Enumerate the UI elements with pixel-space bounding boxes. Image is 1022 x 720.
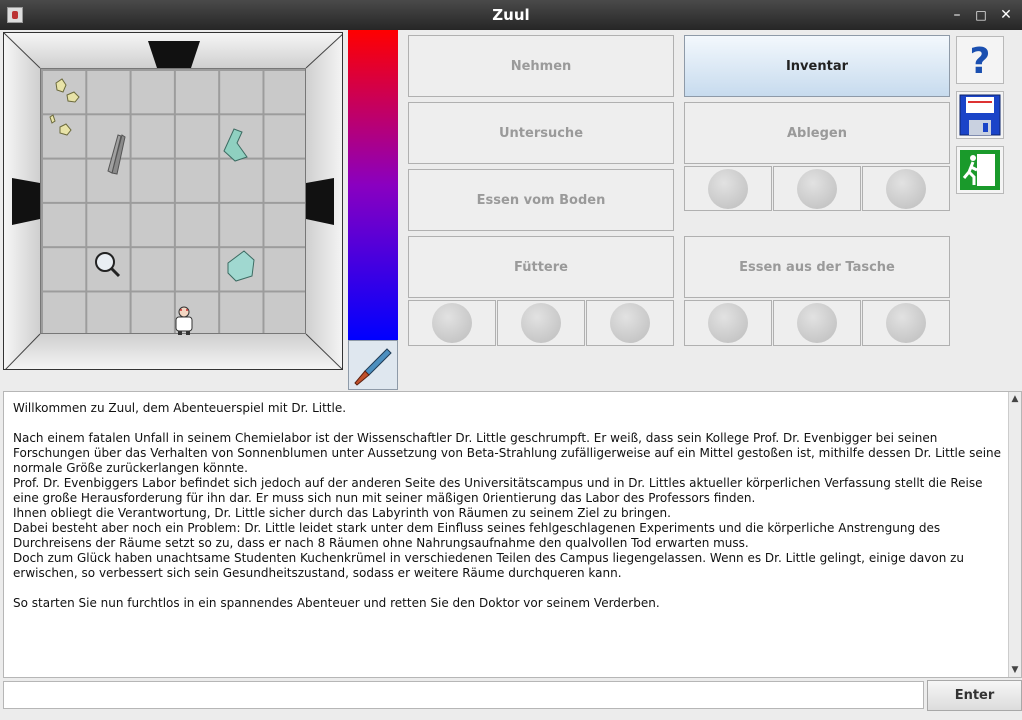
feed-button[interactable]: Füttere bbox=[408, 236, 674, 298]
save-button[interactable] bbox=[956, 91, 1004, 139]
message-log-text: Willkommen zu Zuul, dem Abenteuerspiel m… bbox=[13, 401, 1003, 611]
game-window: Zuul – □ ✕ Nehmen Inventar Untersuche Ab… bbox=[0, 0, 1022, 720]
empty-slot-icon bbox=[708, 168, 748, 209]
empty-slot-icon bbox=[708, 303, 748, 343]
title-bar: Zuul – □ ✕ bbox=[0, 0, 1022, 30]
feed-slot-2[interactable] bbox=[497, 300, 585, 346]
bag-slot-1[interactable] bbox=[684, 300, 772, 346]
empty-slot-icon bbox=[886, 168, 926, 209]
log-paragraph bbox=[13, 416, 1003, 431]
crumb-item[interactable] bbox=[49, 114, 72, 136]
empty-slot-icon bbox=[886, 303, 926, 343]
magnifier-item[interactable] bbox=[95, 252, 121, 278]
scroll-down-icon[interactable]: ▼ bbox=[1009, 664, 1021, 676]
empty-slot-icon bbox=[797, 303, 837, 343]
log-scrollbar[interactable]: ▲ ▼ bbox=[1008, 392, 1021, 677]
take-button[interactable]: Nehmen bbox=[408, 35, 674, 97]
log-paragraph: Doch zum Glück haben unachtsame Studente… bbox=[13, 551, 968, 580]
drop-slot-2[interactable] bbox=[773, 166, 861, 211]
room-items bbox=[49, 78, 255, 335]
examine-button[interactable]: Untersuche bbox=[408, 102, 674, 164]
log-paragraph: Dabei besteht aber noch ein Problem: Dr.… bbox=[13, 521, 945, 550]
command-input[interactable] bbox=[3, 681, 924, 709]
eat-from-floor-button[interactable]: Essen vom Boden bbox=[408, 169, 674, 231]
enter-button[interactable]: Enter bbox=[927, 680, 1022, 711]
feed-slot-3[interactable] bbox=[586, 300, 674, 346]
log-paragraph: Nach einem fatalen Unfall in seinem Chem… bbox=[13, 431, 1005, 475]
maximize-icon[interactable]: □ bbox=[972, 6, 990, 24]
window-title: Zuul bbox=[492, 6, 530, 24]
flask-item[interactable] bbox=[223, 128, 248, 162]
log-paragraph bbox=[13, 581, 1003, 596]
feed-slot-1[interactable] bbox=[408, 300, 496, 346]
empty-slot-icon bbox=[610, 303, 650, 343]
beaker-item[interactable] bbox=[227, 250, 255, 282]
inventory-button[interactable]: Inventar bbox=[684, 35, 950, 97]
empty-slot-icon bbox=[432, 303, 472, 343]
minimize-icon[interactable]: – bbox=[948, 6, 966, 24]
eat-from-bag-button[interactable]: Essen aus der Tasche bbox=[684, 236, 950, 298]
log-paragraph: Prof. Dr. Evenbiggers Labor befindet sic… bbox=[13, 476, 987, 505]
log-paragraph: Ihnen obliegt die Verantwortung, Dr. Lit… bbox=[13, 506, 671, 520]
drop-slot-1[interactable] bbox=[684, 166, 772, 211]
room-view bbox=[3, 32, 343, 370]
close-icon[interactable]: ✕ bbox=[997, 6, 1015, 24]
exit-button[interactable] bbox=[956, 146, 1004, 194]
log-paragraph: So starten Sie nun furchtlos in ein span… bbox=[13, 596, 660, 610]
crumb-item[interactable] bbox=[55, 78, 80, 103]
pipette-icon bbox=[354, 348, 392, 386]
question-mark-icon: ? bbox=[970, 41, 991, 82]
exit-sign-icon bbox=[960, 150, 1000, 190]
bag-slot-2[interactable] bbox=[773, 300, 861, 346]
message-log[interactable]: Willkommen zu Zuul, dem Abenteuerspiel m… bbox=[3, 391, 1022, 678]
health-bar bbox=[348, 30, 398, 340]
log-paragraph: Willkommen zu Zuul, dem Abenteuerspiel m… bbox=[13, 401, 347, 415]
empty-slot-icon bbox=[521, 303, 561, 343]
help-button[interactable]: ? bbox=[956, 36, 1004, 84]
empty-slot-icon bbox=[797, 168, 837, 209]
drop-slot-3[interactable] bbox=[862, 166, 950, 211]
tweezers-item[interactable] bbox=[107, 134, 126, 175]
current-tool-slot[interactable] bbox=[348, 340, 398, 390]
bag-slot-3[interactable] bbox=[862, 300, 950, 346]
floppy-disk-icon bbox=[959, 94, 1001, 136]
svg-text:?: ? bbox=[970, 41, 991, 82]
drop-button[interactable]: Ablegen bbox=[684, 102, 950, 164]
scroll-up-icon[interactable]: ▲ bbox=[1009, 393, 1021, 405]
dr-little-player bbox=[175, 306, 193, 335]
